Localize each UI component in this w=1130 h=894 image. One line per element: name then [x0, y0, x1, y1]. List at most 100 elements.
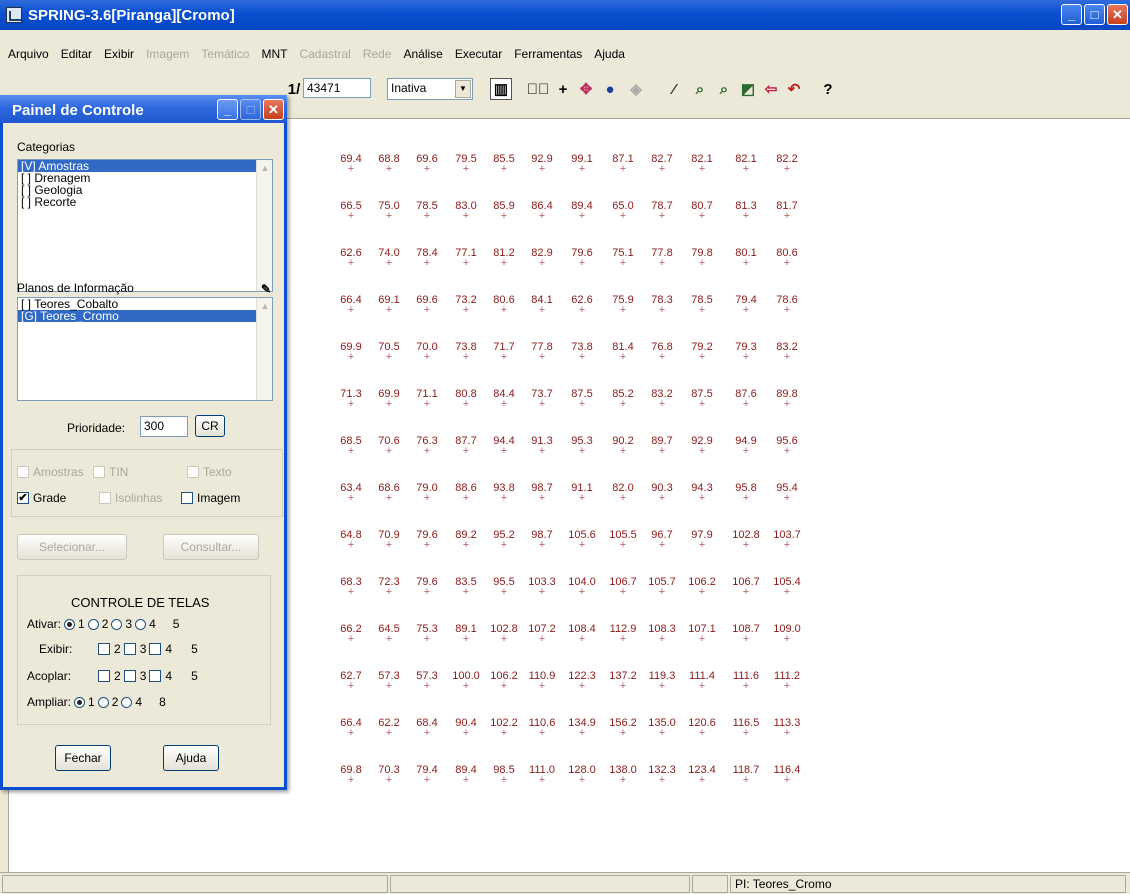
texto-checkbox[interactable]: Texto: [187, 465, 232, 479]
minimize-button[interactable]: _: [1061, 4, 1082, 25]
grid-value: 79.4 +: [735, 294, 757, 316]
grid-value: 64.5 +: [378, 623, 400, 645]
selecionar-button[interactable]: Selecionar...: [17, 534, 127, 560]
acoplar-5-checkbox[interactable]: 5: [175, 669, 198, 683]
grid-value: 62.6 +: [571, 294, 593, 316]
menu-item-rede: Rede: [362, 47, 392, 61]
grid-value: 102.8 +: [490, 623, 518, 645]
ativar-3-radio[interactable]: [111, 618, 123, 630]
ampliar-2-radio[interactable]: [97, 696, 109, 708]
panel-minimize-button[interactable]: _: [217, 99, 238, 120]
menu-item-arquivo[interactable]: Arquivo: [2, 47, 55, 61]
zoom-area-icon[interactable]: ◩: [736, 76, 760, 102]
zoom-out-icon[interactable]: ⌕: [712, 76, 736, 102]
consultar-button[interactable]: Consultar...: [163, 534, 259, 560]
grid-value: 87.6 +: [735, 388, 757, 410]
status-cell-2: [390, 875, 690, 893]
ampliar-1-radio[interactable]: [74, 696, 86, 708]
chevron-down-icon[interactable]: ▼: [455, 80, 471, 98]
ampliar-label: Ampliar:: [27, 695, 72, 709]
grid-value: 111.4 +: [689, 670, 715, 692]
help-icon[interactable]: ?: [817, 76, 839, 102]
window-title: SPRING-3.6[Piranga][Cromo]: [28, 6, 235, 24]
menu-item-executar[interactable]: Executar: [449, 47, 508, 61]
categorias-scrollbar[interactable]: ▲: [256, 160, 272, 291]
grid-value: 106.2 +: [688, 576, 716, 598]
exibir-5-checkbox[interactable]: 5: [175, 642, 198, 656]
menu-item-ajuda[interactable]: Ajuda: [588, 47, 631, 61]
grid-value: 95.8 +: [735, 482, 757, 504]
cursor-icon[interactable]: +: [552, 76, 574, 102]
acoplar-3-checkbox[interactable]: 3: [123, 669, 146, 683]
list-item[interactable]: [ ] Recorte: [18, 196, 272, 208]
maximize-button[interactable]: □: [1084, 4, 1105, 25]
grid-value: 108.4 +: [568, 623, 596, 645]
menu-item-análise[interactable]: Análise: [398, 47, 449, 61]
exibir-3-checkbox[interactable]: 3: [123, 642, 146, 656]
back-icon[interactable]: ⇦: [760, 76, 782, 102]
menu-item-exibir[interactable]: Exibir: [98, 47, 140, 61]
grid-value: 107.1 +: [688, 623, 716, 645]
grid-value: 138.0 +: [609, 764, 637, 786]
grid-value: 96.7 +: [651, 529, 673, 551]
grid-value: 99.1 +: [571, 153, 593, 175]
grid-value: 123.4 +: [688, 764, 716, 786]
amostras-checkbox[interactable]: Amostras: [17, 465, 84, 479]
fechar-button[interactable]: Fechar: [55, 745, 111, 771]
control-panel: Painel de Controle _ □ ✕ Categorias [V] …: [0, 95, 287, 790]
flag-icon[interactable]: ꟷ⃓: [527, 76, 550, 102]
ampliar-4-radio[interactable]: [121, 696, 133, 708]
exibir-2-checkbox[interactable]: 2: [98, 642, 121, 656]
acoplar-4-checkbox[interactable]: 4: [149, 669, 172, 683]
pencil-icon[interactable]: ✎: [261, 282, 271, 296]
prioridade-input[interactable]: 300: [140, 416, 188, 437]
grade-checkbox[interactable]: ✔ Grade: [17, 491, 66, 505]
grid-value: 77.1 +: [455, 247, 477, 269]
grid-value: 89.1 +: [455, 623, 477, 645]
grid-value: 82.9 +: [531, 247, 553, 269]
grid-display-icon[interactable]: ▥: [490, 78, 512, 100]
grid-value: 68.3 +: [340, 576, 362, 598]
scroll-up-icon[interactable]: ▲: [257, 160, 273, 176]
menu-item-mnt[interactable]: MNT: [255, 47, 293, 61]
close-button[interactable]: ✕: [1107, 4, 1128, 25]
isolinhas-checkbox[interactable]: Isolinhas: [99, 491, 162, 505]
acoplar-2-checkbox[interactable]: 2: [98, 669, 121, 683]
grid-value: 79.3 +: [735, 341, 757, 363]
grid-value: 87.5 +: [571, 388, 593, 410]
tin-checkbox[interactable]: TIN: [93, 465, 128, 479]
panel-close-button[interactable]: ✕: [263, 99, 284, 120]
scale-input[interactable]: 43471: [303, 78, 371, 98]
grid-value: 78.7 +: [651, 200, 673, 222]
grid-value: 81.7 +: [776, 200, 798, 222]
planos-list[interactable]: [ ] Teores_Cobalto [G] Teores_Cromo ▲: [17, 297, 273, 401]
grid-value: 72.3 +: [378, 576, 400, 598]
scroll-up-icon[interactable]: ▲: [257, 298, 273, 314]
grid-value: 98.7 +: [531, 529, 553, 551]
grid-value: 70.3 +: [378, 764, 400, 786]
mode-select[interactable]: Inativa ▼: [387, 78, 473, 100]
menu-item-ferramentas[interactable]: Ferramentas: [508, 47, 588, 61]
panel-ajuda-button[interactable]: Ajuda: [163, 745, 219, 771]
ativar-1-radio[interactable]: [64, 618, 76, 630]
ativar-4-radio[interactable]: [135, 618, 147, 630]
grid-value: 82.1 +: [735, 153, 757, 175]
info-icon[interactable]: ●: [598, 76, 622, 102]
menu-item-editar[interactable]: Editar: [55, 47, 98, 61]
undo-icon[interactable]: ↶: [782, 76, 806, 102]
list-item[interactable]: [G] Teores_Cromo: [18, 310, 272, 322]
measure-icon[interactable]: ⁄: [662, 76, 686, 102]
grid-value: 76.3 +: [416, 435, 438, 457]
planos-scrollbar[interactable]: ▲: [256, 298, 272, 400]
categorias-list[interactable]: [V] Amostras[ ] Drenagem[ ] Geologia[ ] …: [17, 159, 273, 292]
grid-value: 74.0 +: [378, 247, 400, 269]
pan-icon[interactable]: ✥: [574, 76, 598, 102]
exibir-4-checkbox[interactable]: 4: [149, 642, 172, 656]
ativar-2-radio[interactable]: [87, 618, 99, 630]
cr-button[interactable]: CR: [195, 415, 225, 437]
zoom-in-icon[interactable]: ⌕: [688, 76, 712, 102]
imagem-checkbox[interactable]: Imagem: [167, 491, 240, 505]
grid-value: 85.2 +: [612, 388, 634, 410]
grid-value: 62.6 +: [340, 247, 362, 269]
tag-icon[interactable]: ◈: [624, 76, 648, 102]
